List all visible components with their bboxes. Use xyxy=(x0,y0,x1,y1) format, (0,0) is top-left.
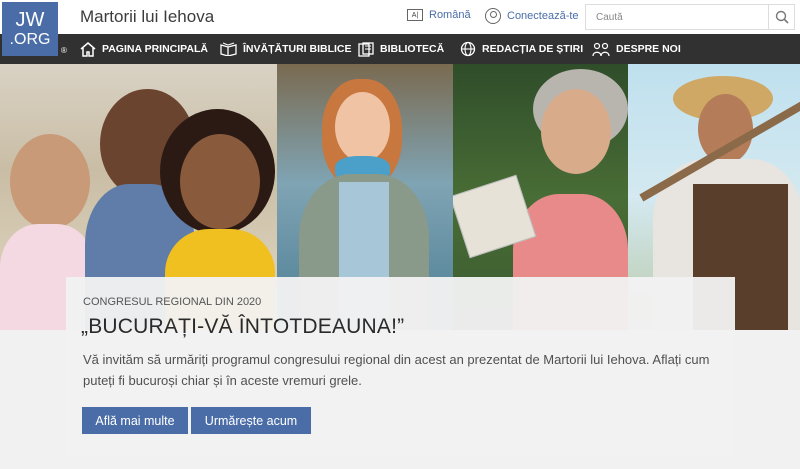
nav-item-home[interactable]: PAGINA PRINCIPALĂ xyxy=(80,34,208,64)
nav-item-about-us[interactable]: DESPRE NOI xyxy=(592,34,681,64)
hero-headline[interactable]: „BUCURAȚI-VĂ ÎNTOTDEAUNA!” xyxy=(81,315,404,339)
nav-item-newsroom[interactable]: REDACȚIA DE ȘTIRI xyxy=(460,34,583,64)
language-icon: A| xyxy=(407,9,423,21)
nav-label-library: BIBLIOTECĂ xyxy=(380,43,445,55)
user-icon xyxy=(485,8,501,24)
login-label: Conectează-te xyxy=(507,10,579,22)
search-button[interactable] xyxy=(768,5,794,29)
hero-kicker: CONGRESUL REGIONAL DIN 2020 xyxy=(83,296,262,308)
nav-label-about-us: DESPRE NOI xyxy=(616,43,681,55)
hero-description: Vă invităm să urmăriți programul congres… xyxy=(83,352,710,388)
globe-icon xyxy=(460,41,476,57)
hero-content-card: CONGRESUL REGIONAL DIN 2020 „BUCURAȚI-VĂ… xyxy=(66,277,735,457)
home-icon xyxy=(80,41,96,57)
site-title[interactable]: Martorii lui Iehova xyxy=(80,7,214,27)
search-box xyxy=(585,4,795,30)
open-bible-icon xyxy=(220,42,237,56)
nav-label-home: PAGINA PRINCIPALĂ xyxy=(102,43,208,55)
language-label: Română xyxy=(429,9,471,21)
watch-now-button[interactable]: Urmărește acum xyxy=(191,407,311,434)
nav-label-bible-teachings: ÎNVĂȚĂTURI BIBLICE xyxy=(243,43,352,55)
logo-text-line2: .ORG xyxy=(9,31,51,48)
nav-item-bible-teachings[interactable]: ÎNVĂȚĂTURI BIBLICE xyxy=(220,34,352,64)
jw-org-logo[interactable]: JW .ORG xyxy=(2,2,58,56)
learn-more-button[interactable]: Află mai multe xyxy=(82,407,188,434)
nav-label-newsroom: REDACȚIA DE ȘTIRI xyxy=(482,43,584,55)
language-selector[interactable]: A| Română xyxy=(407,9,471,21)
search-input[interactable] xyxy=(586,5,766,29)
people-icon xyxy=(592,42,610,56)
login-link[interactable]: Conectează-te xyxy=(485,8,579,24)
main-nav: PAGINA PRINCIPALĂ ÎNVĂȚĂTURI BIBLICE BIB… xyxy=(0,34,800,64)
registered-mark: ® xyxy=(61,46,67,55)
library-icon xyxy=(358,41,374,57)
top-bar: Martorii lui Iehova A| Română Conectează… xyxy=(0,0,800,34)
logo-text-line1: JW xyxy=(15,9,45,31)
nav-item-library[interactable]: BIBLIOTECĂ xyxy=(358,34,444,64)
search-icon xyxy=(775,10,789,24)
